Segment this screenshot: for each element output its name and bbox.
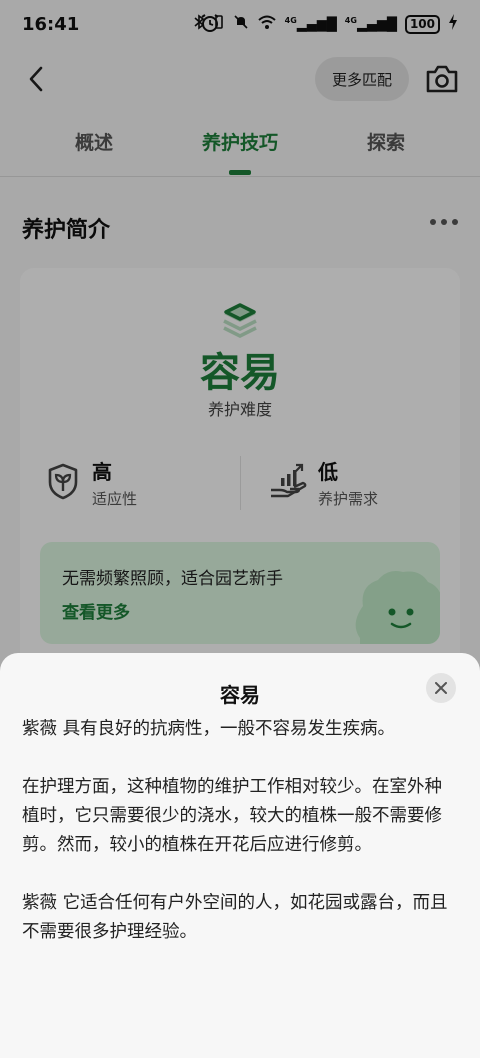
- sheet-paragraph: 在护理方面，这种植物的维护工作相对较少。在室外种植时，它只需要很少的浇水，较大的…: [22, 777, 442, 855]
- sheet-paragraph: 紫薇 具有良好的抗病性，一般不容易发生疾病。: [22, 719, 396, 739]
- close-icon: [435, 682, 447, 694]
- close-button[interactable]: [426, 673, 456, 703]
- sheet-paragraph: 紫薇 它适合任何有户外空间的人，如花园或露台，而且不需要很多护理经验。: [22, 893, 448, 942]
- sheet-body: 紫薇 具有良好的抗病性，一般不容易发生疾病。 在护理方面，这种植物的维护工作相对…: [22, 715, 452, 976]
- bottom-sheet: 容易 紫薇 具有良好的抗病性，一般不容易发生疾病。 在护理方面，这种植物的维护工…: [0, 653, 480, 1058]
- sheet-title: 容易: [220, 683, 260, 707]
